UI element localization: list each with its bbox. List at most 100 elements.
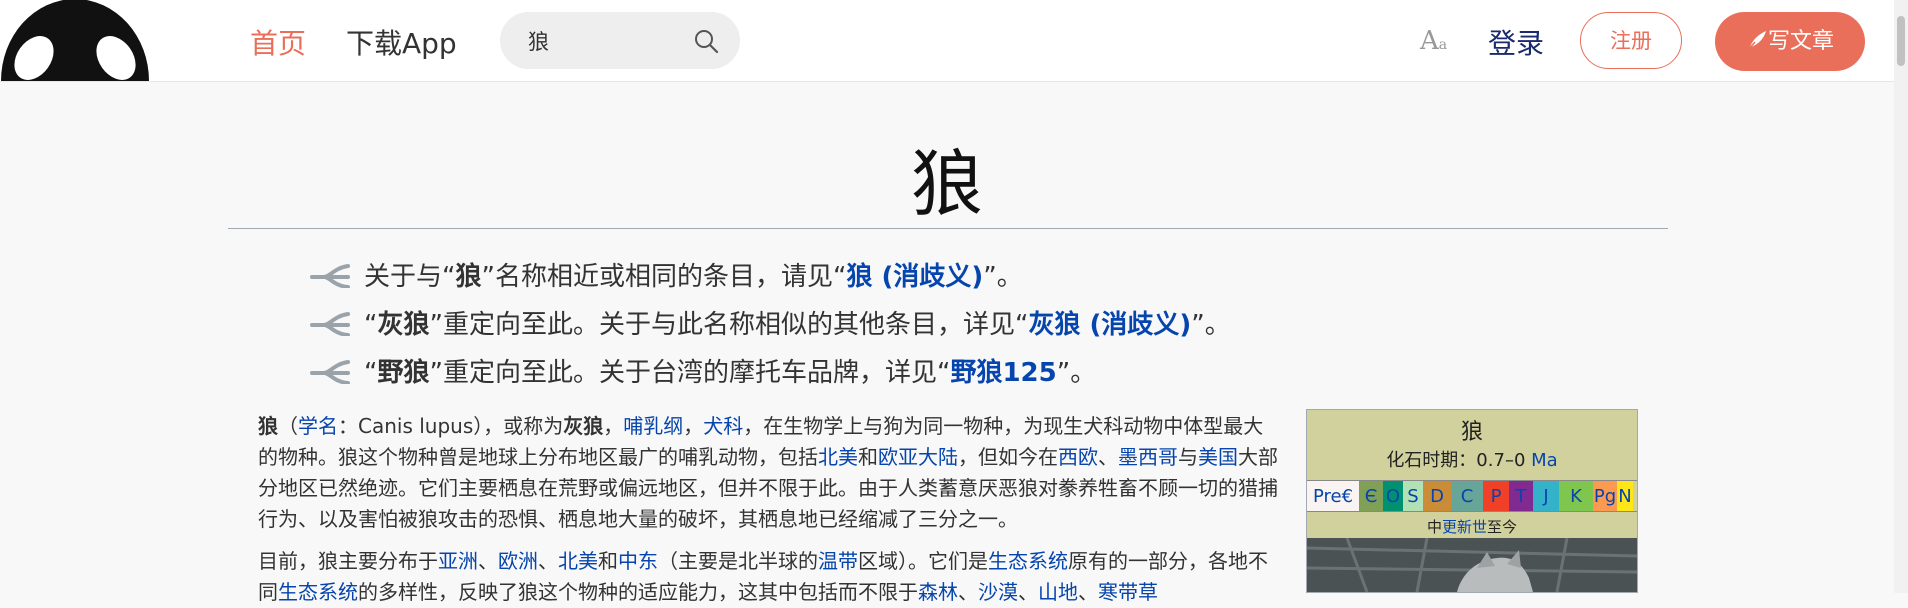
- period-3[interactable]: S: [1403, 481, 1423, 511]
- link-mountain[interactable]: 山地: [1038, 580, 1078, 604]
- link-europe[interactable]: 欧洲: [498, 549, 538, 573]
- text: ，: [683, 414, 704, 438]
- text: ，但如今在: [958, 445, 1058, 469]
- hatnote-term: 狼: [455, 262, 482, 292]
- text: 区域）。它们是: [858, 549, 988, 573]
- link-mammalia[interactable]: 哺乳纲: [623, 414, 683, 438]
- period-11[interactable]: N: [1617, 481, 1633, 511]
- search-button[interactable]: [692, 27, 720, 55]
- term-bold: 狼: [258, 414, 278, 438]
- period-4[interactable]: D: [1423, 481, 1451, 511]
- hatnote-term: 野狼: [377, 358, 430, 388]
- period-1[interactable]: Є: [1359, 481, 1383, 511]
- hatnote-text: ”。: [983, 262, 1023, 292]
- period-2[interactable]: O: [1383, 481, 1403, 511]
- link-ecosystem[interactable]: 生态系统: [278, 580, 358, 604]
- disambiguation-fork-icon: [310, 312, 350, 336]
- link-asia[interactable]: 亚洲: [438, 549, 478, 573]
- fossil-unit-link[interactable]: Ma: [1531, 450, 1558, 471]
- feather-pen-icon: [1747, 31, 1766, 51]
- period-5[interactable]: C: [1451, 481, 1483, 511]
- text: 、: [1018, 580, 1038, 604]
- text: 目前，狼主要分布于: [258, 549, 438, 573]
- period-10[interactable]: Pg: [1593, 481, 1617, 511]
- search-box: [500, 12, 740, 69]
- epoch-text: 中: [1426, 518, 1442, 536]
- article-paragraph-2: 目前，狼主要分布于亚洲、欧洲、北美和中东（主要是北半球的温带区域）。它们是生态系…: [258, 546, 1280, 608]
- text: 和: [598, 549, 618, 573]
- signup-button[interactable]: 注册: [1580, 12, 1682, 69]
- font-toggle-large: A: [1420, 26, 1439, 56]
- epoch-text: 至今: [1487, 518, 1518, 536]
- text: ，: [603, 414, 624, 438]
- search-icon: [695, 30, 719, 54]
- article-paragraph-1: 狼（学名：Canis lupus），或称为灰狼，哺乳纲，犬科，在生物学上与狗为同…: [258, 411, 1280, 535]
- period-7[interactable]: T: [1509, 481, 1533, 511]
- hatnote-text: ”。: [1056, 358, 1097, 388]
- login-link[interactable]: 登录: [1488, 22, 1544, 62]
- hatnote-link[interactable]: 狼 (消歧义): [846, 262, 983, 292]
- geologic-timeline: Pre€ Є O S D C P T J K Pg N: [1307, 480, 1637, 512]
- panda-logo-icon: [1, 0, 149, 81]
- text: 的多样性，反映了狼这个物种的适应能力，这其中包括而不限于: [358, 580, 918, 604]
- text: ：Canis lupus），或称为: [338, 414, 564, 438]
- text: 、: [478, 549, 498, 573]
- scrollbar-thumb[interactable]: [1897, 16, 1905, 66]
- hatnote-text: ”重定向至此。关于台湾的摩托车品牌，详见“: [429, 358, 951, 388]
- hatnote-link[interactable]: 灰狼 (消歧义): [1028, 310, 1191, 340]
- link-temperate[interactable]: 温带: [818, 549, 858, 573]
- link-canidae[interactable]: 犬科: [703, 414, 743, 438]
- font-size-toggle[interactable]: Aa: [1420, 26, 1447, 56]
- link-eurasia[interactable]: 欧亚大陆: [878, 445, 958, 469]
- hatnote-text: ”重定向至此。关于与此名称相似的其他条目，详见“: [429, 310, 1029, 340]
- link-scientific-name[interactable]: 学名: [298, 414, 338, 438]
- write-article-label: 写文章: [1767, 29, 1834, 54]
- link-north-america[interactable]: 北美: [818, 445, 858, 469]
- link-mexico[interactable]: 墨西哥: [1118, 445, 1178, 469]
- hatnote-text: “: [364, 358, 378, 388]
- period-9[interactable]: K: [1559, 481, 1593, 511]
- link-middle-east[interactable]: 中东: [618, 549, 658, 573]
- disambiguation-fork-icon: [310, 264, 350, 288]
- font-toggle-small: a: [1438, 37, 1448, 53]
- wolf-image: [1307, 538, 1637, 592]
- write-article-button[interactable]: 写文章: [1715, 12, 1865, 71]
- text: （主要是北半球的: [658, 549, 818, 573]
- top-navbar: 首页 下载App Aa 登录 注册 写文章: [0, 0, 1908, 82]
- nav-home-link[interactable]: 首页: [250, 22, 306, 62]
- term-bold: 灰狼: [563, 414, 604, 438]
- hatnote-text: “: [364, 310, 378, 340]
- hatnote-term: 灰狼: [377, 310, 430, 340]
- hatnote-link[interactable]: 野狼125: [950, 358, 1056, 388]
- link-ecosystem[interactable]: 生态系统: [988, 549, 1068, 573]
- link-western-europe[interactable]: 西欧: [1058, 445, 1098, 469]
- link-usa[interactable]: 美国: [1198, 445, 1238, 469]
- article-title: 狼: [910, 142, 983, 226]
- infobox-fossil-range: 化石时期：0.7–0 Ma: [1307, 446, 1637, 472]
- text: 、: [1098, 445, 1118, 469]
- hatnote-text: ”。: [1191, 310, 1231, 340]
- nav-download-app-link[interactable]: 下载App: [346, 22, 457, 62]
- hatnote-text: 关于与“: [364, 262, 456, 292]
- disambiguation-fork-icon: [310, 360, 350, 384]
- text: 与: [1178, 445, 1198, 469]
- text: 、: [958, 580, 978, 604]
- link-tundra-missing[interactable]: 寒带草: [1098, 580, 1158, 604]
- link-desert[interactable]: 沙漠: [978, 580, 1018, 604]
- text: （: [278, 414, 298, 438]
- infobox-epoch: 中更新世至今: [1307, 516, 1637, 537]
- wolf-photo[interactable]: [1307, 538, 1637, 592]
- fossil-range-text: 化石时期：0.7–0: [1386, 450, 1532, 471]
- period-0[interactable]: Pre€: [1307, 481, 1359, 511]
- period-6[interactable]: P: [1483, 481, 1509, 511]
- text: 、: [1078, 580, 1098, 604]
- search-input[interactable]: [528, 28, 688, 54]
- text: 、: [538, 549, 558, 573]
- title-divider: [228, 228, 1668, 229]
- site-logo[interactable]: [0, 0, 150, 81]
- link-north-america[interactable]: 北美: [558, 549, 598, 573]
- pleistocene-link[interactable]: 更新世: [1442, 518, 1487, 536]
- page-scrollbar[interactable]: [1894, 0, 1908, 593]
- link-forest[interactable]: 森林: [918, 580, 958, 604]
- period-8[interactable]: J: [1533, 481, 1559, 511]
